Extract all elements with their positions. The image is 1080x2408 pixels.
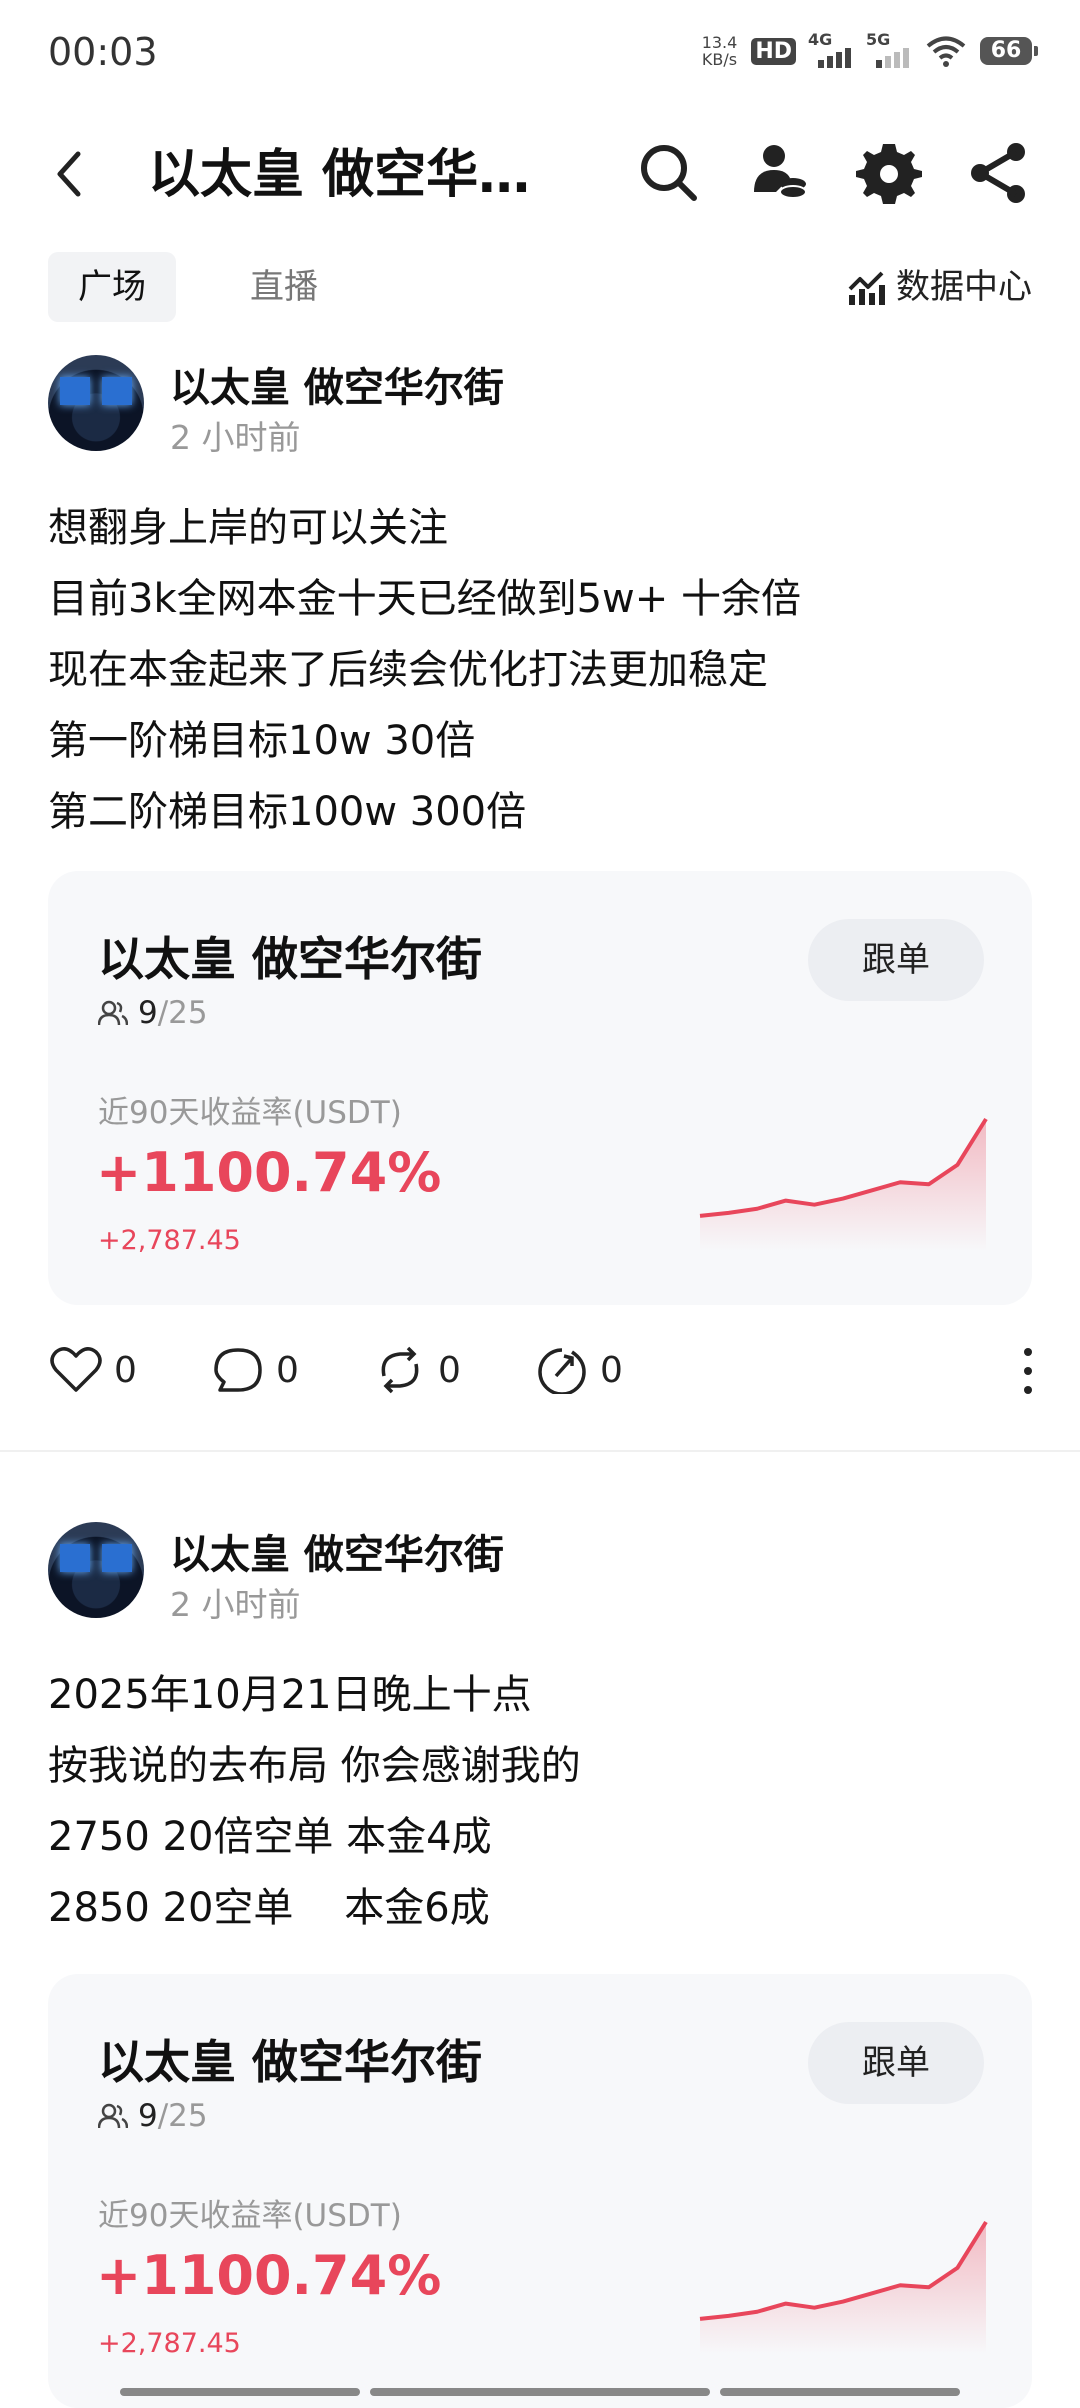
scroll-indicator xyxy=(120,2388,960,2396)
user-coin-icon[interactable] xyxy=(746,140,812,206)
like-button[interactable]: 0 xyxy=(50,1330,137,1410)
post-line: 2850 20空单 本金6成 xyxy=(48,1885,490,1931)
return-absolute: +2,787.45 xyxy=(98,2328,241,2359)
return-absolute: +2,787.45 xyxy=(98,1225,241,1256)
post-time: 2 小时前 xyxy=(170,1585,301,1624)
members-current: 9 xyxy=(138,2098,158,2134)
members-current: 9 xyxy=(138,995,158,1031)
signal-5g-icon: 5G xyxy=(866,30,912,68)
trader-name: 以太皇 做空华尔街 xyxy=(98,2035,483,2089)
repost-count: 0 xyxy=(438,1349,461,1391)
members-total: /25 xyxy=(157,995,208,1031)
post-card: 以太皇 做空华尔街 2 小时前 2025年10月21日晚上十点 按我说的去布局 … xyxy=(0,1522,1080,2408)
post-line: 现在本金起来了后续会优化打法更加稳定 xyxy=(48,647,768,693)
like-count: 0 xyxy=(114,1349,137,1391)
follow-trade-button[interactable]: 跟单 xyxy=(808,919,984,1001)
trader-name: 以太皇 做空华尔街 xyxy=(98,932,483,986)
gear-icon[interactable] xyxy=(856,140,922,206)
return-sparkline xyxy=(699,2220,988,2354)
people-icon xyxy=(98,2103,128,2129)
data-center-label: 数据中心 xyxy=(896,267,1032,307)
follow-trade-button[interactable]: 跟单 xyxy=(808,2022,984,2104)
post-actions: 0 0 0 0 xyxy=(0,1330,1080,1410)
post-author[interactable]: 以太皇 做空华尔街 xyxy=(170,355,504,413)
signal-4g-icon: 4G xyxy=(808,30,854,68)
avatar[interactable] xyxy=(48,355,144,451)
people-icon xyxy=(98,1000,128,1026)
comment-count: 0 xyxy=(276,1349,299,1391)
avatar[interactable] xyxy=(48,1522,144,1618)
share-post-button[interactable]: 0 xyxy=(536,1330,623,1410)
tab-live[interactable]: 直播 xyxy=(220,252,348,322)
post-line: 2025年10月21日晚上十点 xyxy=(48,1672,532,1718)
return-percent: +1100.74% xyxy=(96,2244,442,2307)
post-line: 2750 20倍空单 本金4成 xyxy=(48,1814,492,1860)
data-center-link[interactable]: 数据中心 xyxy=(846,252,1032,322)
copy-trade-card[interactable]: 以太皇 做空华尔街 跟单 9 /25 近90天收益率(USDT) +1100.7… xyxy=(48,1974,1032,2408)
sparkline-area xyxy=(700,2222,986,2354)
status-icons: 13.4 KB/s HD 4G 5G 66 xyxy=(701,30,1038,69)
repost-icon xyxy=(381,1346,419,1394)
post-line: 第二阶梯目标100w 300倍 xyxy=(48,789,527,835)
post-line: 按我说的去布局 你会感谢我的 xyxy=(48,1743,581,1789)
status-bar: 00:03 13.4 KB/s HD 4G 5G 66 xyxy=(0,0,1080,110)
hd-voice-icon: HD xyxy=(751,37,796,65)
more-options-icon[interactable] xyxy=(1022,1346,1034,1396)
post-time: 2 小时前 xyxy=(170,418,301,457)
post-line: 目前3k全网本金十天已经做到5w+ 十余倍 xyxy=(48,576,802,622)
chart-icon xyxy=(848,271,885,305)
post-divider xyxy=(0,1450,1080,1452)
post-author[interactable]: 以太皇 做空华尔街 xyxy=(170,1522,504,1580)
heart-icon xyxy=(50,1347,102,1392)
battery-icon: 66 xyxy=(980,37,1038,65)
post-card: 以太皇 做空华尔街 2 小时前 想翻身上岸的可以关注 目前3k全网本金十天已经做… xyxy=(0,355,1080,1455)
share-count: 0 xyxy=(600,1349,623,1391)
comment-button[interactable]: 0 xyxy=(212,1330,299,1410)
return-label: 近90天收益率(USDT) xyxy=(98,1095,402,1131)
member-count: 9 /25 xyxy=(98,2098,208,2134)
tab-square[interactable]: 广场 xyxy=(48,252,176,322)
post-content: 想翻身上岸的可以关注 目前3k全网本金十天已经做到5w+ 十余倍 现在本金起来了… xyxy=(48,493,1032,848)
share-arrow-icon xyxy=(538,1348,586,1394)
status-time: 00:03 xyxy=(48,30,158,74)
search-icon[interactable] xyxy=(636,140,702,206)
net-speed: 13.4 KB/s xyxy=(701,33,738,69)
post-line: 第一阶梯目标10w 30倍 xyxy=(48,718,476,764)
return-percent: +1100.74% xyxy=(96,1141,442,1204)
repost-button[interactable]: 0 xyxy=(374,1330,461,1410)
back-arrow-icon[interactable] xyxy=(50,144,90,204)
wifi-icon xyxy=(926,36,966,67)
top-nav: 以太皇 做空华… xyxy=(0,110,1080,240)
feed-tabs: 广场 直播 数据中心 xyxy=(48,252,1032,322)
return-label: 近90天收益率(USDT) xyxy=(98,2198,402,2234)
return-sparkline xyxy=(699,1117,988,1251)
share-icon[interactable] xyxy=(966,140,1032,206)
copy-trade-card[interactable]: 以太皇 做空华尔街 跟单 9 /25 近90天收益率(USDT) +1100.7… xyxy=(48,871,1032,1305)
comment-icon xyxy=(214,1348,262,1392)
post-content: 2025年10月21日晚上十点 按我说的去布局 你会感谢我的 2750 20倍空… xyxy=(48,1660,1032,1944)
member-count: 9 /25 xyxy=(98,995,208,1031)
post-line: 想翻身上岸的可以关注 xyxy=(48,505,448,551)
members-total: /25 xyxy=(157,2098,208,2134)
sparkline-area xyxy=(700,1119,986,1251)
page-title: 以太皇 做空华… xyxy=(148,145,531,205)
